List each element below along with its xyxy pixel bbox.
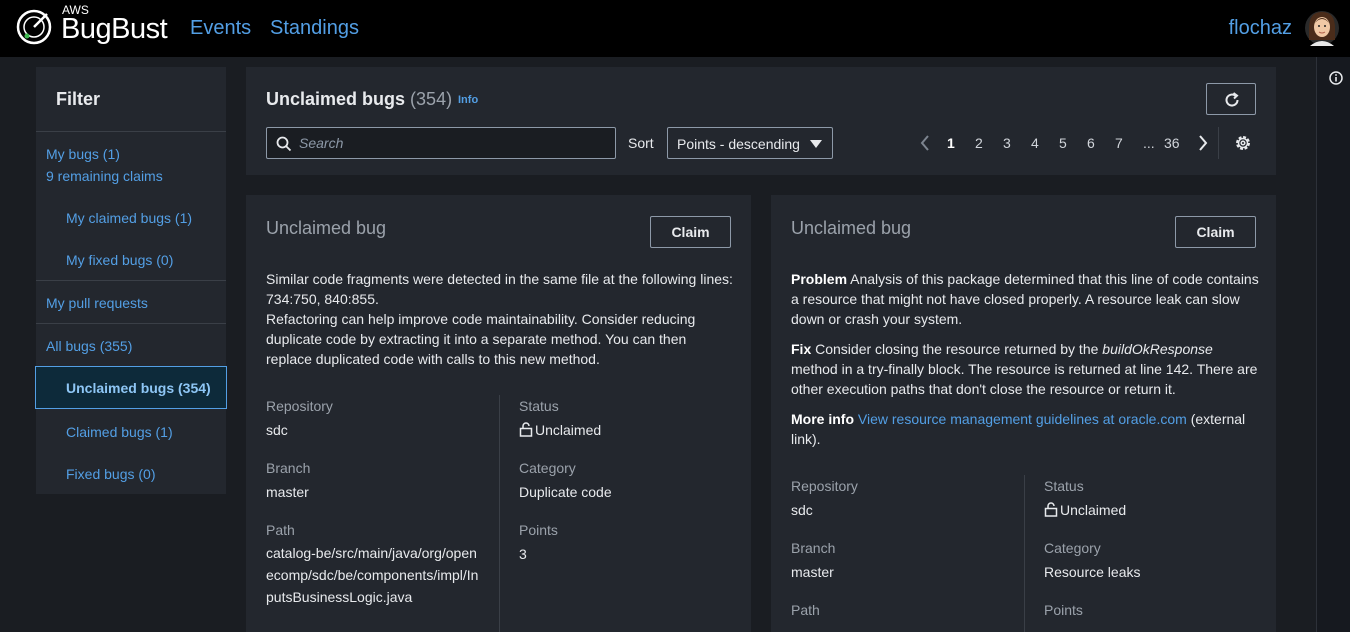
- search-input[interactable]: [299, 128, 609, 158]
- caret-down-icon: [810, 140, 822, 148]
- divider: [36, 280, 226, 281]
- bug-more-info: More info View resource management guide…: [791, 409, 1261, 449]
- unlock-icon: [519, 422, 533, 437]
- search-icon: [276, 136, 292, 152]
- branch-label: Branch: [266, 460, 311, 476]
- path-label: Path: [791, 602, 820, 618]
- sort-dropdown[interactable]: Points - descending: [667, 127, 833, 159]
- fix-method: buildOkResponse: [1102, 341, 1213, 357]
- repository-value: sdc: [791, 502, 813, 518]
- refresh-button[interactable]: [1206, 83, 1256, 115]
- points-label: Points: [519, 522, 558, 538]
- gear-icon[interactable]: [1234, 134, 1252, 152]
- status-value: Unclaimed: [519, 422, 601, 438]
- page-6[interactable]: 6: [1087, 135, 1095, 151]
- claim-button[interactable]: Claim: [650, 216, 731, 248]
- filter-my-fixed-bugs[interactable]: My fixed bugs (0): [66, 252, 173, 268]
- chevron-right-icon[interactable]: [1198, 135, 1208, 151]
- status-text: Unclaimed: [1060, 502, 1127, 518]
- description-line: Similar code fragments were detected in …: [266, 271, 733, 307]
- external-guidelines-link[interactable]: View resource management guidelines at o…: [858, 411, 1187, 427]
- nav-events-link[interactable]: Events: [190, 17, 251, 40]
- more-info-label: More info: [791, 411, 854, 427]
- filter-claimed-bugs[interactable]: Claimed bugs (1): [66, 424, 173, 440]
- filter-remaining-claims[interactable]: 9 remaining claims: [46, 168, 163, 184]
- top-navigation-bar: AWS BugBust Events Standings flochaz: [0, 0, 1350, 57]
- filter-my-claimed-bugs[interactable]: My claimed bugs (1): [66, 210, 192, 226]
- chevron-left-icon[interactable]: [920, 135, 930, 151]
- path-label: Path: [266, 522, 295, 538]
- card-title: Unclaimed bug: [266, 218, 387, 238]
- filter-unclaimed-bugs[interactable]: Unclaimed bugs (354): [35, 366, 227, 409]
- page-title: Unclaimed bugs (354): [266, 89, 452, 110]
- page-7[interactable]: 7: [1115, 135, 1123, 151]
- filter-panel: Filter My bugs (1) 9 remaining claims My…: [35, 67, 227, 494]
- bug-card: Unclaimed bug Claim Problem Analysis of …: [771, 195, 1276, 632]
- category-value: Duplicate code: [519, 484, 612, 500]
- bug-card: Unclaimed bug Claim Similar code fragmen…: [246, 195, 751, 632]
- status-value: Unclaimed: [1044, 502, 1126, 518]
- fix-text: method in a try-finally block. The resou…: [791, 361, 1258, 397]
- page-2[interactable]: 2: [975, 135, 983, 151]
- status-text: Unclaimed: [535, 422, 602, 438]
- fix-label: Fix: [791, 341, 812, 357]
- nav-standings-link[interactable]: Standings: [270, 17, 359, 40]
- description-line: Refactoring can help improve code mainta…: [266, 311, 696, 367]
- help-panel-rail: [1316, 57, 1350, 632]
- page-4[interactable]: 4: [1031, 135, 1039, 151]
- info-icon[interactable]: [1329, 71, 1343, 85]
- filter-my-bugs[interactable]: My bugs (1): [46, 146, 120, 162]
- bug-count: (354): [410, 89, 453, 109]
- fix-text: Consider closing the resource returned b…: [815, 341, 1099, 357]
- bug-fix: Fix Consider closing the resource return…: [791, 339, 1261, 399]
- claim-button[interactable]: Claim: [1175, 216, 1256, 248]
- branch-label: Branch: [791, 540, 836, 556]
- filter-unclaimed-bugs-label: Unclaimed bugs (354): [66, 380, 211, 396]
- bugbust-logo-icon[interactable]: [14, 6, 54, 46]
- category-label: Category: [1044, 540, 1101, 556]
- unlock-icon: [1044, 502, 1058, 517]
- points-label: Points: [1044, 602, 1083, 618]
- search-box: [266, 127, 616, 159]
- page-1[interactable]: 1: [947, 135, 955, 151]
- divider: [499, 395, 500, 632]
- branch-value: master: [791, 564, 834, 580]
- path-value: catalog-be/src/main/java/org/openecomp/s…: [266, 545, 479, 605]
- divider: [1024, 475, 1025, 632]
- problem-label: Problem: [791, 271, 848, 287]
- logo-app-name[interactable]: BugBust: [61, 13, 168, 46]
- page-ellipsis: ...: [1143, 135, 1155, 151]
- filter-all-bugs[interactable]: All bugs (355): [46, 338, 132, 354]
- bugs-header-panel: Unclaimed bugs (354) Info Sort Points - …: [246, 67, 1276, 175]
- divider: [36, 131, 226, 132]
- category-label: Category: [519, 460, 576, 476]
- filter-title: Filter: [56, 89, 101, 109]
- status-label: Status: [519, 398, 559, 414]
- branch-value: master: [266, 484, 309, 500]
- status-label: Status: [1044, 478, 1084, 494]
- info-link[interactable]: Info: [458, 94, 478, 106]
- repository-label: Repository: [266, 398, 333, 414]
- user-avatar[interactable]: [1304, 6, 1340, 46]
- bug-description: Similar code fragments were detected in …: [266, 269, 736, 369]
- repository-value: sdc: [266, 422, 288, 438]
- bug-problem: Problem Analysis of this package determi…: [791, 269, 1261, 329]
- points-value: 3: [519, 546, 527, 562]
- username-link[interactable]: flochaz: [1229, 17, 1292, 40]
- category-value: Resource leaks: [1044, 564, 1141, 580]
- page-36[interactable]: 36: [1164, 135, 1180, 151]
- filter-my-pull-requests[interactable]: My pull requests: [46, 295, 148, 311]
- problem-text: Analysis of this package determined that…: [791, 271, 1259, 327]
- filter-fixed-bugs[interactable]: Fixed bugs (0): [66, 466, 155, 482]
- page-3[interactable]: 3: [1003, 135, 1011, 151]
- page-title-text: Unclaimed bugs: [266, 89, 406, 109]
- divider: [36, 323, 226, 324]
- repository-label: Repository: [791, 478, 858, 494]
- page-5[interactable]: 5: [1059, 135, 1067, 151]
- divider: [1218, 127, 1219, 159]
- card-title: Unclaimed bug: [791, 218, 912, 238]
- refresh-icon: [1225, 92, 1239, 107]
- sort-dropdown-value: Points - descending: [677, 136, 800, 152]
- sort-label: Sort: [628, 135, 654, 151]
